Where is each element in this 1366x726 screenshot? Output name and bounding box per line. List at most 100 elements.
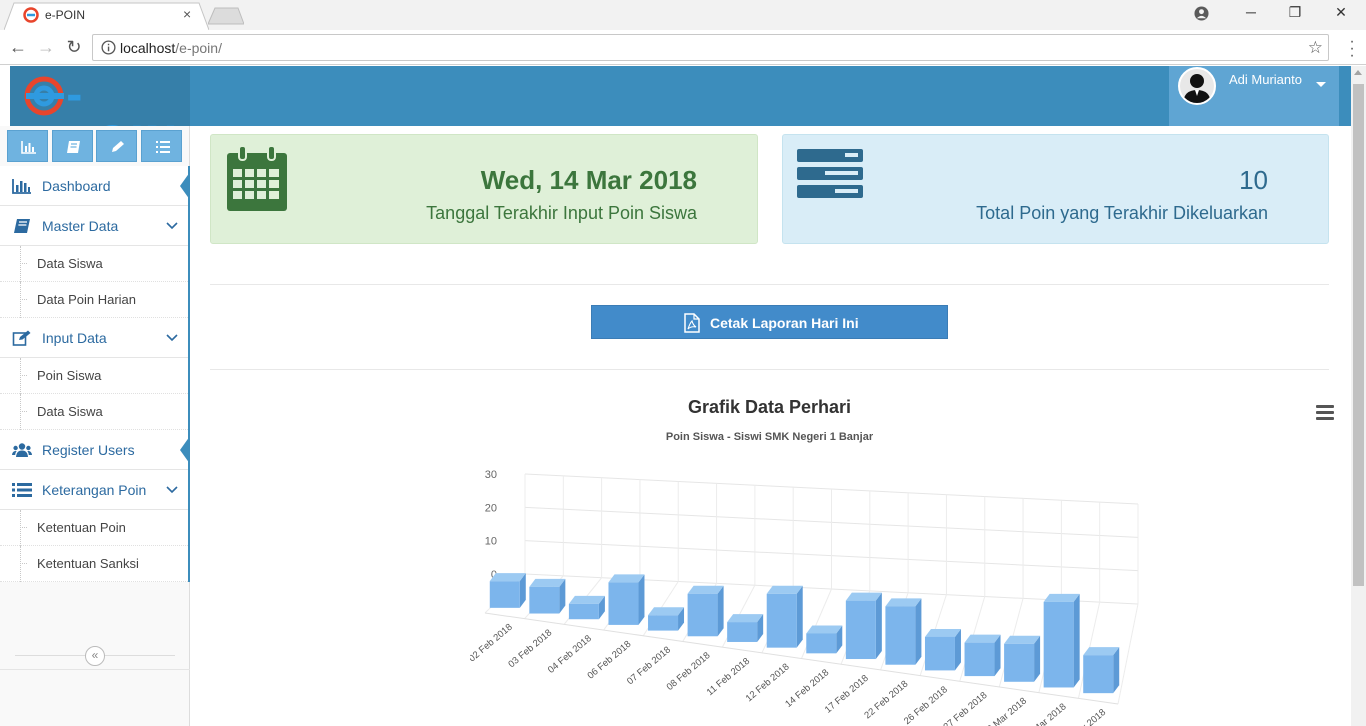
chart-menu-icon[interactable] — [1316, 405, 1334, 420]
sidebar-item-input-data[interactable]: Input Data — [0, 318, 188, 358]
bar-chart-icon — [12, 179, 31, 194]
sidebar-item-label: Input Data — [42, 330, 107, 346]
restore-icon[interactable]: ❐ — [1285, 4, 1305, 21]
chart-icon — [21, 141, 36, 154]
shortcut-book-button[interactable] — [52, 130, 93, 162]
bar-top — [529, 578, 566, 587]
x-tick-label: 08 Mar 2018 — [981, 696, 1029, 726]
sidebar-subitem-label: Data Siswa — [37, 404, 103, 419]
y-tick-label: 10 — [485, 536, 497, 548]
bar — [489, 581, 520, 608]
list-icon — [12, 483, 32, 497]
x-tick-label: 14 Feb 2018 — [783, 667, 831, 710]
sidebar-collapse-bar: « — [0, 642, 190, 670]
user-name: Adi Murianto — [1229, 72, 1302, 87]
bar-side — [1073, 593, 1080, 688]
bar-top — [568, 595, 605, 604]
x-tick-label: 26 Feb 2018 — [902, 684, 950, 726]
new-tab-button[interactable] — [208, 7, 244, 25]
bar-side — [717, 585, 724, 637]
chart-subtitle: Poin Siswa - Siswi SMK Negeri 1 Banjar — [665, 431, 874, 443]
x-tick-label: 02 Feb 2018 — [470, 622, 515, 665]
sidebar-shortcuts — [7, 130, 183, 162]
bar-top — [648, 607, 685, 616]
calendar-icon — [227, 145, 287, 211]
bar — [845, 600, 876, 660]
total-points-caption: Total Poin yang Terakhir Dikeluarkan — [976, 203, 1268, 223]
user-menu[interactable]: Adi Murianto — [1169, 66, 1339, 126]
bar-top — [806, 625, 843, 634]
sidebar-menu: Dashboard Master Data Data Siswa Data Po… — [0, 166, 190, 582]
scroll-up-icon[interactable] — [1354, 70, 1362, 75]
bar-top — [1004, 635, 1041, 644]
bar-top — [687, 585, 724, 594]
account-icon[interactable] — [1194, 6, 1209, 21]
bar — [885, 606, 916, 665]
book-icon — [14, 219, 30, 233]
back-icon[interactable]: ← — [6, 36, 30, 58]
sidebar-item-dashboard[interactable]: Dashboard — [0, 166, 190, 206]
sidebar-subitem-ketentuan-poin[interactable]: Ketentuan Poin — [0, 510, 188, 546]
site-info-icon[interactable] — [101, 40, 116, 55]
avatar — [1178, 67, 1216, 105]
chevron-down-icon — [166, 222, 178, 230]
sidebar-subitem-ketentuan-sanksi[interactable]: Ketentuan Sanksi — [0, 546, 188, 582]
x-tick-label: 11 Mar 2018 — [1021, 701, 1068, 726]
x-tick-label: 12 Feb 2018 — [744, 662, 792, 705]
x-tick-label: 22 Feb 2018 — [862, 679, 910, 722]
page-scrollbar[interactable] — [1351, 66, 1366, 726]
reload-icon[interactable]: ↻ — [62, 36, 86, 58]
sidebar-item-label: Keterangan Poin — [42, 482, 147, 498]
window-close-icon[interactable]: ✕ — [1331, 4, 1351, 21]
sidebar-subitem-data-siswa[interactable]: Data Siswa — [0, 246, 188, 282]
collapse-sidebar-icon[interactable]: « — [85, 646, 105, 666]
x-tick-label: 06 Feb 2018 — [585, 639, 633, 682]
bar — [568, 603, 599, 620]
address-bar[interactable]: localhost/e-poin/ ☆ — [92, 34, 1329, 61]
sidebar: Dashboard Master Data Data Siswa Data Po… — [0, 126, 190, 726]
scroll-thumb[interactable] — [1353, 84, 1364, 586]
gridline — [1117, 603, 1139, 705]
sidebar-item-register-users[interactable]: Register Users — [0, 430, 190, 470]
minimize-icon[interactable]: ─ — [1241, 4, 1261, 20]
bar — [608, 582, 639, 625]
bookmark-star-icon[interactable]: ☆ — [1308, 38, 1323, 58]
bar-side — [638, 574, 645, 625]
x-tick-label: 11 Feb 2018 — [705, 656, 752, 698]
browser-menu-icon[interactable]: · · · — [1342, 34, 1362, 64]
forward-icon[interactable]: → — [34, 36, 58, 58]
print-report-button[interactable]: Cetak Laporan Hari Ini — [591, 305, 948, 339]
pencil-icon — [112, 141, 124, 152]
sidebar-item-master-data[interactable]: Master Data — [0, 206, 188, 246]
x-tick-label: 07 Feb 2018 — [625, 644, 673, 687]
sidebar-subitem-data-poin-harian[interactable]: Data Poin Harian — [0, 282, 188, 318]
sidebar-item-keterangan-poin[interactable]: Keterangan Poin — [0, 470, 188, 510]
bar — [1043, 601, 1074, 688]
book-icon — [67, 141, 80, 153]
bar-top — [1083, 647, 1120, 656]
shortcut-edit-button[interactable] — [96, 130, 137, 162]
x-tick-label: 03 Feb 2018 — [506, 627, 554, 670]
bar-side — [915, 598, 922, 665]
caret-down-icon — [1316, 82, 1326, 87]
shortcut-list-button[interactable] — [141, 130, 182, 162]
sidebar-subitem-data-siswa-2[interactable]: Data Siswa — [0, 394, 188, 430]
x-tick-label: 27 Feb 2018 — [942, 690, 990, 726]
shortcut-stats-button[interactable] — [7, 130, 48, 162]
url-host: localhost — [120, 40, 176, 56]
bar-top — [885, 598, 922, 607]
x-tick-label: 08 Feb 2018 — [665, 650, 713, 693]
sidebar-subitem-label: Ketentuan Sanksi — [37, 556, 139, 571]
logo[interactable]: -POIN — [10, 66, 190, 165]
pdf-file-icon — [684, 313, 700, 333]
bar — [1083, 655, 1114, 694]
x-tick-label: 04 Feb 2018 — [546, 633, 594, 676]
bar-top — [489, 573, 526, 582]
tab-close-icon[interactable]: × — [183, 6, 191, 22]
print-report-label: Cetak Laporan Hari Ini — [710, 315, 859, 331]
app-header: -POIN Adi Murianto — [10, 66, 1351, 165]
epoin-logo-icon — [24, 76, 64, 116]
sidebar-subitem-poin-siswa[interactable]: Poin Siswa — [0, 358, 188, 394]
bar — [529, 586, 560, 614]
browser-tab-bar: e-POIN × ─ ❐ ✕ — [0, 0, 1366, 30]
